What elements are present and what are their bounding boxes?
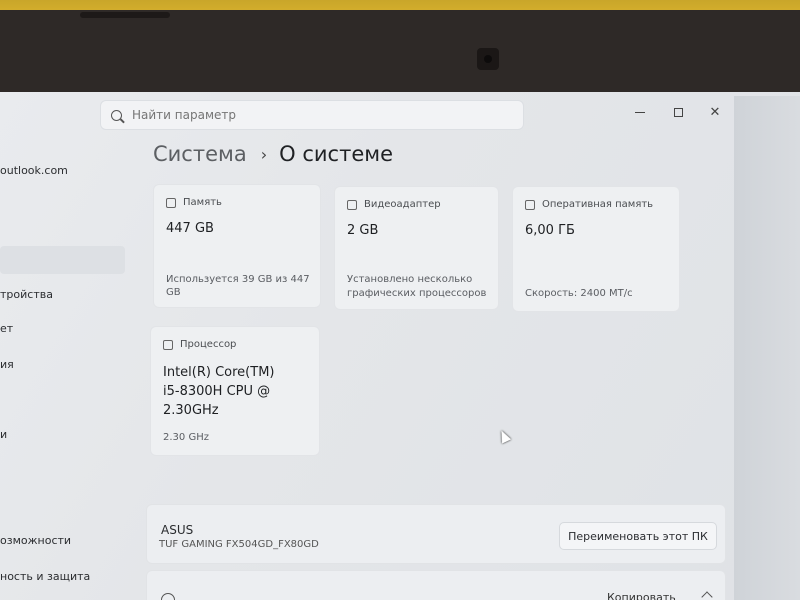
search-box[interactable]: [100, 100, 524, 130]
sidebar-item-games[interactable]: и: [0, 428, 7, 441]
sidebar-item-privacy[interactable]: ность и защита: [0, 570, 90, 583]
close-button[interactable]: ✕: [701, 102, 729, 122]
gpu-label: Видеоадаптер: [364, 199, 441, 210]
gpu-detail-line1: Установлено несколько: [347, 274, 473, 285]
mouse-cursor: [496, 428, 512, 444]
gpu-value: 2 GB: [347, 223, 379, 238]
bezel-notch: [80, 12, 170, 18]
gpu-card[interactable]: Видеоадаптер 2 GB Установлено несколько …: [334, 186, 499, 310]
gpu-icon: [347, 199, 357, 210]
copy-button[interactable]: Копировать: [607, 591, 676, 600]
minimize-button[interactable]: [626, 102, 654, 122]
search-icon: [111, 109, 122, 121]
device-info-row: ASUS TUF GAMING FX504GD_FX80GD Переимено…: [146, 504, 726, 564]
account-email: outlook.com: [0, 164, 68, 177]
storage-icon: [166, 197, 176, 208]
sidebar-item-devices[interactable]: тройства: [0, 288, 53, 301]
minimize-icon: [635, 111, 645, 113]
cpu-card[interactable]: Процессор Intel(R) Core(TM) i5-8300H CPU…: [150, 326, 320, 456]
settings-window: ✕ outlook.com тройства ет ия и озможност…: [0, 96, 734, 600]
sidebar-item-selected[interactable]: [0, 246, 125, 274]
storage-value: 447 GB: [166, 221, 214, 236]
device-model: TUF GAMING FX504GD_FX80GD: [159, 539, 319, 550]
sidebar-item-accessibility[interactable]: озможности: [0, 534, 71, 547]
webcam: [477, 48, 499, 70]
storage-label: Память: [183, 197, 222, 208]
chevron-up-icon[interactable]: [701, 591, 713, 600]
breadcrumb-parent[interactable]: Система: [153, 142, 247, 166]
close-icon: ✕: [709, 104, 721, 120]
storage-detail: Используется 39 GB из 447 GB: [166, 274, 310, 298]
ram-label: Оперативная память: [542, 199, 654, 210]
ram-icon: [525, 199, 535, 210]
sidebar-item-network[interactable]: ет: [0, 322, 13, 335]
desktop-background: [734, 96, 800, 600]
page-title: О системе: [279, 142, 393, 166]
maximize-icon: [673, 107, 683, 117]
ram-detail: Скорость: 2400 МТ/с: [525, 288, 633, 299]
cpu-value-line3: 2.30GHz: [163, 403, 219, 418]
search-input[interactable]: [132, 108, 492, 122]
breadcrumb: Система › О системе: [153, 142, 393, 166]
chevron-right-icon: ›: [260, 144, 268, 164]
ram-card[interactable]: Оперативная память 6,00 ГБ Скорость: 240…: [512, 186, 680, 312]
device-brand: ASUS: [161, 523, 194, 537]
rename-pc-button[interactable]: Переименовать этот ПК: [559, 522, 717, 550]
cpu-value-line1: Intel(R) Core(TM): [163, 365, 275, 380]
gpu-detail-line2: графических процессоров: [347, 288, 487, 299]
cpu-value-line2: i5-8300H CPU @: [163, 384, 271, 399]
storage-card[interactable]: Память 447 GB Используется 39 GB из 447 …: [153, 184, 321, 308]
maximize-button[interactable]: [664, 102, 692, 122]
ram-value: 6,00 ГБ: [525, 223, 575, 238]
cpu-detail: 2.30 GHz: [163, 432, 209, 443]
device-specs-row[interactable]: Копировать: [146, 570, 726, 600]
cpu-label: Процессор: [180, 339, 237, 350]
laptop-bezel: [0, 10, 800, 96]
sidebar-item-personalization[interactable]: ия: [0, 358, 14, 371]
info-icon: [161, 593, 175, 600]
cpu-icon: [163, 339, 173, 350]
